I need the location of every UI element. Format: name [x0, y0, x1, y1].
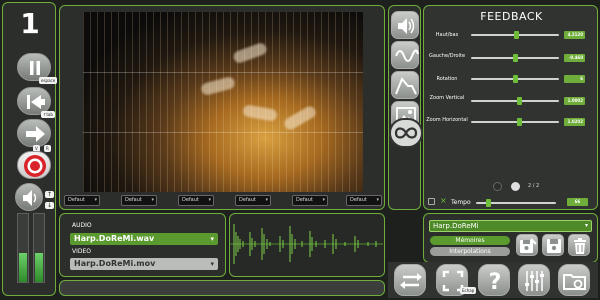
infinity-icon: [394, 127, 418, 139]
open-folder-button[interactable]: [558, 264, 590, 296]
param-label-rotation: Rotation: [436, 76, 458, 82]
effect-select-5[interactable]: Defaut ▾: [292, 195, 328, 206]
param-slider-zoom-vertical[interactable]: [471, 97, 559, 105]
status-bar: [59, 280, 385, 296]
play-button[interactable]: [17, 119, 51, 147]
param-slider-rotation[interactable]: [471, 75, 559, 83]
swap-button[interactable]: [394, 264, 426, 296]
transport-panel: 1 espace ↑tab V R ↑ ↓: [2, 2, 58, 296]
page-dot-2[interactable]: [511, 182, 520, 191]
feedback-panel: FEEDBACK Haut/bas 4.2120 Gauche/Droite -…: [423, 5, 598, 210]
record-shortcut-tag-r: R: [44, 145, 51, 152]
effect-select-1[interactable]: Defaut ▾: [64, 195, 100, 206]
memories-panel: Harp.DoReMi ▾ Mémoires Interpolations: [423, 213, 598, 263]
media-files-panel: AUDIO Harp.DoReMi.wav ▾ VIDEO Harp.DoReMi…: [59, 213, 226, 277]
slider-knob[interactable]: [514, 31, 520, 39]
tempo-checkbox[interactable]: [428, 198, 435, 205]
page-dot-1[interactable]: [493, 182, 502, 191]
level-meter-right: [33, 213, 45, 283]
record-button[interactable]: [17, 151, 51, 179]
sliders-icon: [525, 271, 544, 291]
svg-text:?: ?: [489, 270, 502, 295]
volume-down-tag[interactable]: ↓: [45, 202, 55, 209]
effect-selectors: Defaut ▾ Defaut ▾ Defaut ▾ Defaut ▾ Defaut ▾ …: [60, 195, 386, 209]
audio-waveform: [230, 224, 383, 264]
tab-waveform[interactable]: [391, 41, 419, 69]
volume-button[interactable]: [15, 183, 43, 211]
page-indicator: 2 / 2: [528, 183, 540, 189]
question-mark-icon: ?: [489, 270, 502, 295]
param-slider-gauche-droite[interactable]: [471, 54, 559, 62]
tab-audio[interactable]: [391, 11, 419, 39]
video-panel: Defaut ▾ Defaut ▾ Defaut ▾ Defaut ▾ Defaut ▾ …: [59, 5, 385, 210]
trash-icon: [574, 238, 586, 254]
tab-envelope[interactable]: [391, 71, 419, 99]
level-meter-left: [17, 213, 29, 283]
audio-file-select[interactable]: Harp.DoReMi.wav ▾: [70, 233, 218, 245]
slider-knob[interactable]: [513, 75, 519, 83]
bottom-toolbar: Echap ?: [388, 262, 598, 298]
save-button[interactable]: [542, 234, 564, 256]
audio-label: AUDIO: [72, 222, 92, 229]
video-file-select[interactable]: Harp.DoReMi.mov ▾: [70, 258, 218, 270]
settings-button[interactable]: [518, 264, 550, 296]
effect-select-4[interactable]: Defaut ▾: [235, 195, 271, 206]
effect-tabs: [388, 5, 423, 210]
param-value-haut-bas[interactable]: 4.2120: [564, 31, 585, 39]
param-label-zoom-vertical: Zoom Vertical: [429, 95, 465, 101]
scene-number: 1: [20, 7, 40, 40]
effect-select-2[interactable]: Defaut ▾: [121, 195, 157, 206]
envelope-icon: [395, 77, 417, 95]
tempo-slider[interactable]: [476, 199, 556, 207]
record-icon: [24, 155, 46, 177]
sine-wave-icon: [395, 49, 419, 62]
param-value-zoom-horizontal[interactable]: 1.0202: [564, 118, 585, 126]
folder-icon: [563, 274, 586, 290]
pause-shortcut-tag: espace: [39, 77, 58, 84]
delete-button[interactable]: [568, 234, 590, 256]
slider-knob[interactable]: [516, 118, 522, 126]
tab-feedback[interactable]: [389, 118, 423, 148]
param-slider-zoom-horizontal[interactable]: [471, 118, 559, 126]
app-window: 1 espace ↑tab V R ↑ ↓ Defaut ▾ Defaut ▾ …: [0, 0, 600, 300]
param-label-zoom-horizontal: Zoom Horizontal: [426, 117, 468, 123]
swap-arrows-icon: [400, 273, 422, 289]
param-value-gauche-droite[interactable]: -0.460: [564, 54, 585, 62]
tempo-label: Tempo: [451, 199, 471, 206]
param-label-haut-bas: Haut/bas: [435, 32, 459, 38]
memories-button[interactable]: Mémoires: [430, 236, 510, 245]
slider-knob[interactable]: [485, 199, 491, 207]
slider-knob[interactable]: [516, 97, 522, 105]
waveform-panel: [229, 213, 385, 277]
param-label-gauche-droite: Gauche/Droite: [428, 53, 466, 59]
effect-select-6[interactable]: Defaut ▾: [346, 195, 382, 206]
video-label: VIDEO: [72, 248, 92, 255]
close-icon[interactable]: ×: [440, 196, 447, 205]
speaker-icon: [23, 190, 37, 206]
tempo-value[interactable]: 66: [567, 198, 588, 206]
video-preview: [83, 12, 363, 192]
volume-up-tag[interactable]: ↑: [45, 191, 55, 198]
help-button[interactable]: ?: [478, 264, 510, 296]
param-slider-haut-bas[interactable]: [471, 31, 559, 39]
save-as-button[interactable]: [516, 234, 538, 256]
param-value-rotation[interactable]: 6: [564, 75, 585, 83]
save-as-icon: [520, 238, 537, 253]
floppy-disk-icon: [547, 239, 561, 253]
slider-knob[interactable]: [512, 54, 518, 62]
param-value-zoom-vertical[interactable]: 1.0002: [564, 97, 585, 105]
interpolations-button[interactable]: Interpolations: [430, 247, 510, 256]
panel-title: FEEDBACK: [480, 10, 543, 23]
speaker-icon: [398, 18, 415, 34]
rewind-shortcut-tag: ↑tab: [41, 111, 55, 118]
effect-select-3[interactable]: Defaut ▾: [178, 195, 214, 206]
memory-select[interactable]: Harp.DoReMi ▾: [429, 220, 592, 232]
fullscreen-shortcut-tag: Echap: [460, 287, 477, 294]
arrow-right-icon: [26, 126, 45, 142]
